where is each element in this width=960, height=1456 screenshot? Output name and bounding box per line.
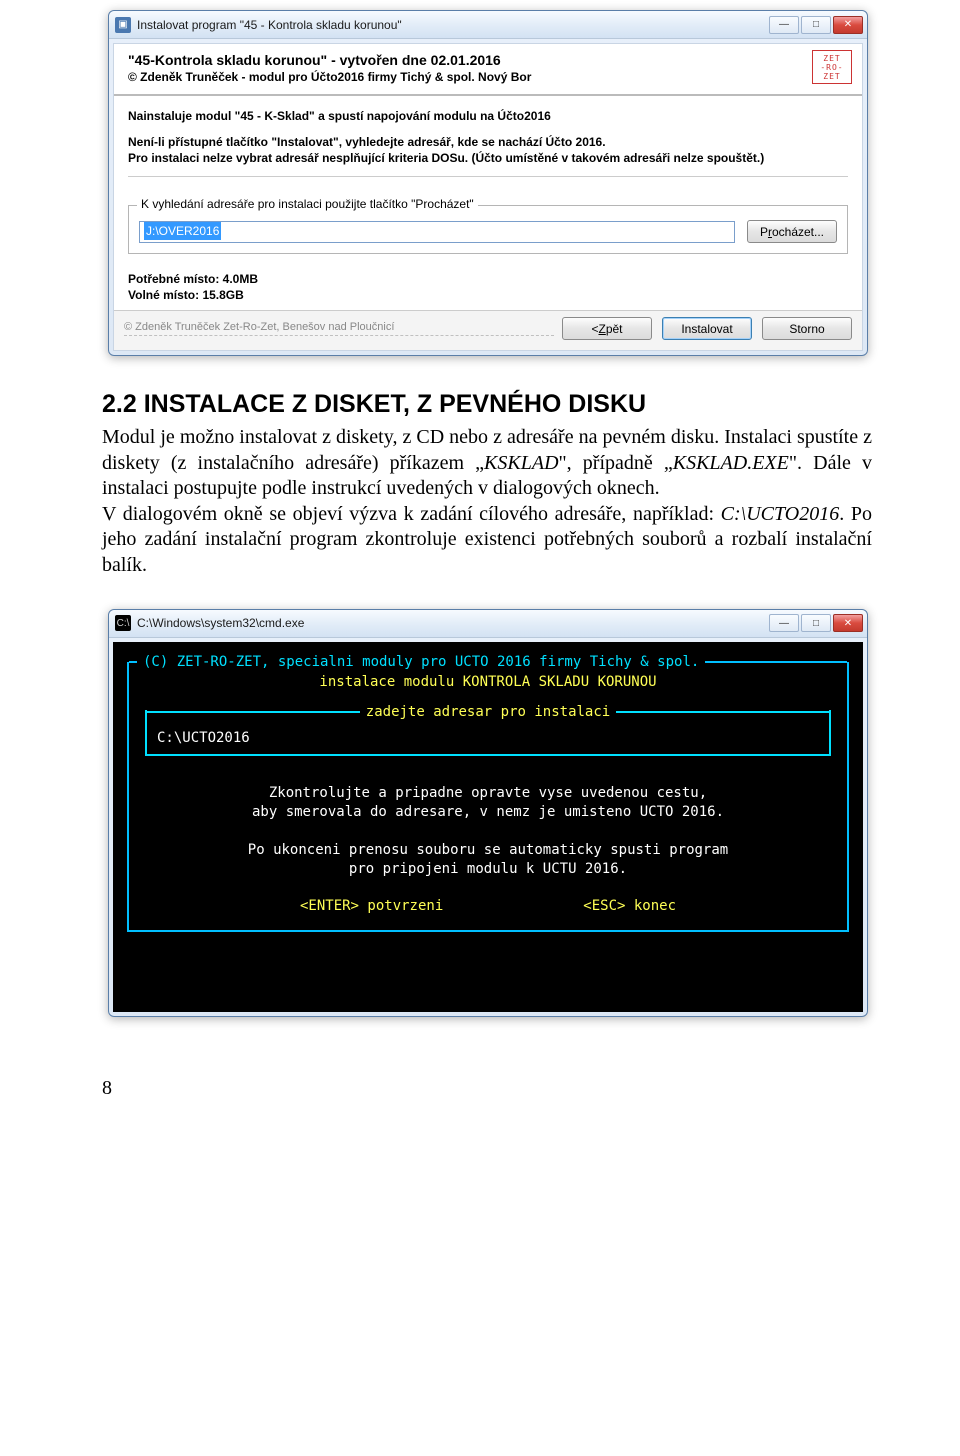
minimize-button[interactable]: — <box>769 614 799 632</box>
cmd-enter-hint: <ENTER> potvrzeni <box>300 898 443 914</box>
browse-button[interactable]: Procházet... <box>747 220 837 243</box>
installer-app-icon: ▣ <box>115 17 131 33</box>
cmd-window: C:\ C:\Windows\system32\cmd.exe — □ ✕ (C… <box>108 609 868 1017</box>
zet-ro-zet-logo: ZET -RO- ZET <box>812 50 852 84</box>
installer-footer-copyright: © Zdeněk Truněček Zet-Ro-Zet, Benešov na… <box>124 321 554 336</box>
installer-heading: "45-Kontrola skladu korunou" - vytvořen … <box>128 52 848 68</box>
installer-header: "45-Kontrola skladu korunou" - vytvořen … <box>114 44 862 96</box>
paragraph: Modul je možno instalovat z diskety, z C… <box>102 425 872 502</box>
installer-window: ▣ Instalovat program "45 - Kontrola skla… <box>108 10 868 356</box>
cancel-button[interactable]: Storno <box>762 317 852 340</box>
cmd-subheader-line: instalace modulu KONTROLA SKLADU KORUNOU <box>139 674 837 690</box>
close-button[interactable]: ✕ <box>833 16 863 34</box>
cmd-window-title: C:\Windows\system32\cmd.exe <box>137 616 769 630</box>
cmd-app-icon: C:\ <box>115 615 131 631</box>
cmd-path-label: zadejte adresar pro instalaci <box>360 704 616 720</box>
installer-content: Nainstaluje modul "45 - K-Sklad" a spust… <box>114 96 862 310</box>
cmd-esc-hint: <ESC> konec <box>583 898 676 914</box>
install-path-group-label: K vyhledání adresáře pro instalaci použi… <box>137 197 478 211</box>
installer-subheading: © Zdeněk Truněček - modul pro Účto2016 f… <box>128 70 848 84</box>
install-path-value: J:\OVER2016 <box>144 222 221 240</box>
paragraph: V dialogovém okně se objeví výzva k zadá… <box>102 502 872 579</box>
document-section: 2.2 INSTALACE Z DISKET, Z PEVNÉHO DISKU … <box>102 390 872 579</box>
install-button[interactable]: Instalovat <box>662 317 752 340</box>
back-button[interactable]: < Zpět <box>562 317 652 340</box>
installer-info-line: Nainstaluje modul "45 - K-Sklad" a spust… <box>128 108 848 124</box>
cmd-body[interactable]: (C) ZET-RO-ZET, specialni moduly pro UCT… <box>113 642 863 1012</box>
cmd-outer-frame: (C) ZET-RO-ZET, specialni moduly pro UCT… <box>127 662 849 932</box>
page-number: 8 <box>102 1077 960 1100</box>
minimize-button[interactable]: — <box>769 16 799 34</box>
cmd-titlebar[interactable]: C:\ C:\Windows\system32\cmd.exe — □ ✕ <box>109 610 867 638</box>
installer-info-line: Pro instalaci nelze vybrat adresář nespl… <box>128 150 848 166</box>
installer-info-line: Není-li přístupné tlačítko "Instalovat",… <box>128 134 848 150</box>
cmd-message: Zkontrolujte a pripadne opravte vyse uve… <box>139 784 837 823</box>
maximize-button[interactable]: □ <box>801 614 831 632</box>
install-path-input[interactable]: J:\OVER2016 <box>139 221 735 243</box>
close-button[interactable]: ✕ <box>833 614 863 632</box>
installer-body: "45-Kontrola skladu korunou" - vytvořen … <box>113 43 863 351</box>
free-space-label: Volné místo: 15.8GB <box>128 288 848 302</box>
cmd-path-box: zadejte adresar pro instalaci C:\UCTO201… <box>145 710 831 756</box>
cmd-header-line: (C) ZET-RO-ZET, specialni moduly pro UCT… <box>137 654 705 670</box>
installer-titlebar[interactable]: ▣ Instalovat program "45 - Kontrola skla… <box>109 11 867 39</box>
maximize-button[interactable]: □ <box>801 16 831 34</box>
cmd-message: Po ukonceni prenosu souboru se automatic… <box>139 841 837 880</box>
required-space-label: Potřebné místo: 4.0MB <box>128 272 848 286</box>
section-heading: 2.2 INSTALACE Z DISKET, Z PEVNÉHO DISKU <box>102 390 872 419</box>
cmd-path-input[interactable]: C:\UCTO2016 <box>157 730 819 746</box>
install-path-group: K vyhledání adresáře pro instalaci použi… <box>128 205 848 254</box>
installer-footer: © Zdeněk Truněček Zet-Ro-Zet, Benešov na… <box>114 310 862 350</box>
cmd-key-hints: <ENTER> potvrzeni <ESC> konec <box>139 898 837 914</box>
installer-window-title: Instalovat program "45 - Kontrola skladu… <box>137 18 769 32</box>
